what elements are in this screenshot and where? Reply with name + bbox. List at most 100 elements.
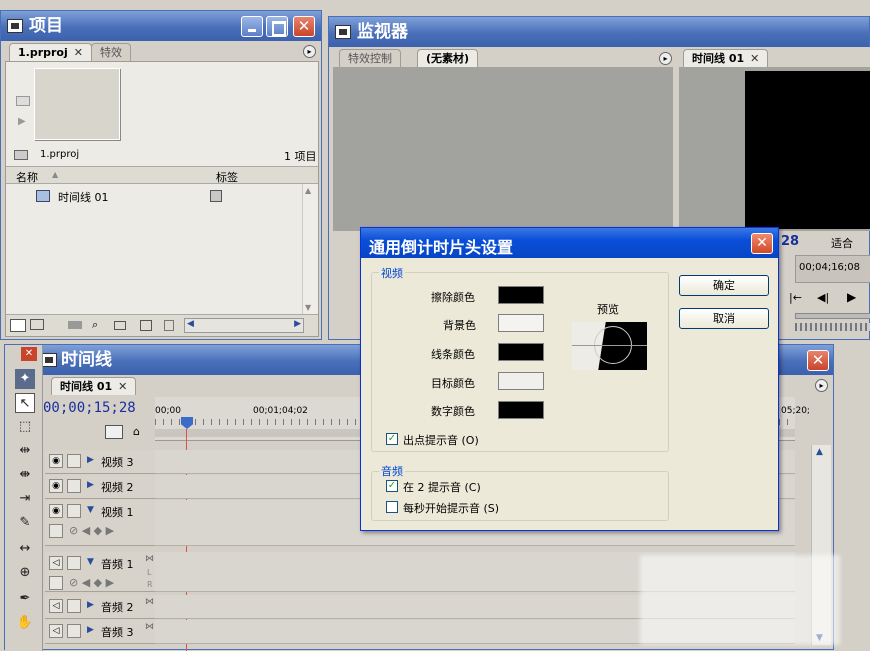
eye-icon[interactable]: ◉ bbox=[49, 454, 63, 468]
tab-effect-controls[interactable]: 特效控制 bbox=[339, 49, 401, 67]
fit-zoom-select[interactable]: 适合 bbox=[831, 235, 853, 251]
dialog-title-bar[interactable]: 通用倒计时片头设置 ✕ bbox=[361, 228, 778, 258]
maximize-button[interactable] bbox=[266, 16, 288, 37]
panel-menu-icon[interactable]: ▸ bbox=[659, 52, 672, 65]
track-header[interactable]: ◁ ▶ 音频 2 ⋈ bbox=[45, 595, 155, 619]
new-bin-icon[interactable] bbox=[114, 321, 126, 330]
slip-tool-icon[interactable]: ↔ bbox=[15, 539, 35, 559]
jog-wheel[interactable] bbox=[795, 323, 870, 331]
play-icon[interactable]: ▶ bbox=[847, 290, 856, 304]
rate-stretch-tool-icon[interactable]: ⇥ bbox=[15, 489, 35, 509]
audio-marker-icon: ⋈ bbox=[145, 597, 154, 607]
column-label[interactable]: 标签 bbox=[216, 169, 238, 185]
ripple-edit-tool-icon[interactable]: ⇹ bbox=[15, 441, 35, 461]
cancel-button[interactable]: 取消 bbox=[679, 308, 769, 329]
rolling-edit-tool-icon[interactable]: ⇼ bbox=[15, 465, 35, 485]
horizontal-scrollbar[interactable]: ◀ ▶ bbox=[184, 318, 304, 333]
track-header[interactable]: ◉ ▶ 视频 2 bbox=[45, 475, 155, 499]
expand-icon[interactable]: ▶ bbox=[87, 455, 94, 465]
column-name[interactable]: 名称 bbox=[16, 169, 38, 185]
eye-icon[interactable]: ◉ bbox=[49, 479, 63, 493]
collapse-icon[interactable]: ▼ bbox=[87, 505, 94, 515]
find-icon[interactable]: ⌕ bbox=[92, 318, 98, 332]
tab-timeline[interactable]: 时间线 01 ✕ bbox=[51, 377, 137, 395]
keyframe-toggle-icon[interactable] bbox=[49, 524, 63, 538]
track-header[interactable]: ◁ ▶ 音频 3 ⋈ bbox=[45, 620, 155, 644]
expand-icon[interactable]: ▶ bbox=[87, 625, 94, 635]
close-button[interactable]: ✕ bbox=[293, 16, 315, 37]
wipe-color-swatch[interactable] bbox=[498, 286, 544, 304]
current-timecode[interactable]: 00;00;15;28 bbox=[43, 400, 136, 416]
background-color-swatch[interactable] bbox=[498, 314, 544, 332]
cue-every-second-checkbox[interactable] bbox=[386, 501, 398, 513]
snap-icon[interactable] bbox=[105, 425, 123, 439]
panel-menu-icon[interactable]: ▸ bbox=[815, 379, 828, 392]
tab-effects[interactable]: 特效 bbox=[91, 43, 131, 61]
cue-out-checkbox[interactable]: ✓ bbox=[386, 433, 398, 445]
target-color-swatch[interactable] bbox=[498, 372, 544, 390]
project-title-bar[interactable]: 项目 ✕ bbox=[1, 11, 321, 41]
close-tab-icon[interactable]: ✕ bbox=[750, 52, 759, 65]
cue-at-2-label[interactable]: 在 2 提示音 (C) bbox=[403, 479, 481, 495]
monitor-title-bar[interactable]: 监视器 bbox=[329, 17, 869, 47]
speaker-icon[interactable]: ◁ bbox=[49, 599, 63, 613]
close-tab-icon[interactable]: ✕ bbox=[74, 46, 83, 59]
play-icon[interactable]: ▶ bbox=[18, 116, 26, 127]
hand-tool-icon[interactable]: ✋ bbox=[15, 613, 35, 633]
lock-toggle-icon[interactable] bbox=[67, 599, 81, 613]
speaker-icon[interactable]: ◁ bbox=[49, 624, 63, 638]
icon-view-icon[interactable] bbox=[30, 319, 44, 330]
lock-toggle-icon[interactable] bbox=[67, 624, 81, 638]
lock-toggle-icon[interactable] bbox=[67, 479, 81, 493]
panel-menu-icon[interactable]: ▸ bbox=[303, 45, 316, 58]
minimize-button[interactable] bbox=[241, 16, 263, 37]
label-color-swatch[interactable] bbox=[210, 190, 222, 202]
pen-tool-icon[interactable]: ✒ bbox=[15, 589, 35, 609]
line-color-label: 线条颜色 bbox=[431, 348, 475, 361]
expand-icon[interactable]: ▶ bbox=[87, 480, 94, 490]
track-header[interactable]: ◁ ▼ 音频 1 ⋈ ⊘ ◀ ◆ ▶ L R bbox=[45, 552, 155, 592]
track-header[interactable]: ◉ ▼ 视频 1 ⊘ ◀ ◆ ▶ bbox=[45, 500, 155, 546]
new-item-icon[interactable] bbox=[140, 320, 152, 331]
lock-toggle-icon[interactable] bbox=[67, 504, 81, 518]
vertical-scrollbar[interactable]: ▲ ▼ bbox=[302, 184, 318, 314]
speaker-icon[interactable]: ◁ bbox=[49, 556, 63, 570]
eye-icon[interactable]: ◉ bbox=[49, 504, 63, 518]
ok-button[interactable]: 确定 bbox=[679, 275, 769, 296]
set-in-icon[interactable]: |← bbox=[789, 291, 802, 304]
close-tab-icon[interactable]: ✕ bbox=[118, 380, 127, 393]
program-timecode[interactable]: 28 bbox=[781, 234, 799, 249]
track-select-tool-icon[interactable]: ⬚ bbox=[15, 417, 35, 437]
jog-shuttle[interactable] bbox=[795, 313, 870, 319]
track-header[interactable]: ◉ ▶ 视频 3 bbox=[45, 450, 155, 474]
keyframe-nav-icon[interactable]: ⊘ ◀ ◆ ▶ bbox=[69, 524, 114, 537]
collapse-icon[interactable]: ▼ bbox=[87, 557, 94, 567]
keyframe-toggle-icon[interactable] bbox=[49, 576, 63, 590]
tab-program-timeline[interactable]: 时间线 01 ✕ bbox=[683, 49, 769, 67]
cue-out-label[interactable]: 出点提示音 (O) bbox=[403, 432, 479, 448]
step-back-icon[interactable]: ◀| bbox=[817, 291, 829, 304]
cue-at-2-checkbox[interactable]: ✓ bbox=[386, 480, 398, 492]
keyframe-nav-icon[interactable]: ⊘ ◀ ◆ ▶ bbox=[69, 576, 114, 589]
app-icon bbox=[41, 353, 57, 367]
lock-toggle-icon[interactable] bbox=[67, 454, 81, 468]
tab-source[interactable]: (无素材) bbox=[417, 49, 479, 67]
expand-icon[interactable]: ▶ bbox=[87, 600, 94, 610]
razor-tool-icon[interactable]: ✎ bbox=[15, 513, 35, 533]
cue-every-second-label[interactable]: 每秒开始提示音 (S) bbox=[403, 500, 499, 516]
lock-toggle-icon[interactable] bbox=[67, 556, 81, 570]
poster-frame-icon[interactable] bbox=[16, 96, 30, 106]
automate-icon[interactable] bbox=[68, 321, 82, 329]
list-view-icon[interactable] bbox=[10, 319, 26, 332]
slide-tool-icon[interactable]: ⊕ bbox=[15, 563, 35, 583]
close-button[interactable]: ✕ bbox=[807, 350, 829, 371]
tab-project-file[interactable]: 1.prproj ✕ bbox=[9, 43, 92, 61]
selection-tool-icon[interactable]: ↖ bbox=[15, 393, 35, 413]
line-color-swatch[interactable] bbox=[498, 343, 544, 361]
list-item[interactable]: 时间线 01 bbox=[6, 186, 302, 206]
digit-color-swatch[interactable] bbox=[498, 401, 544, 419]
close-button[interactable]: ✕ bbox=[751, 233, 773, 254]
marker-icon[interactable]: ⌂ bbox=[133, 425, 140, 438]
delete-icon[interactable] bbox=[164, 320, 174, 331]
tools-close-icon[interactable]: ✕ bbox=[21, 347, 37, 361]
